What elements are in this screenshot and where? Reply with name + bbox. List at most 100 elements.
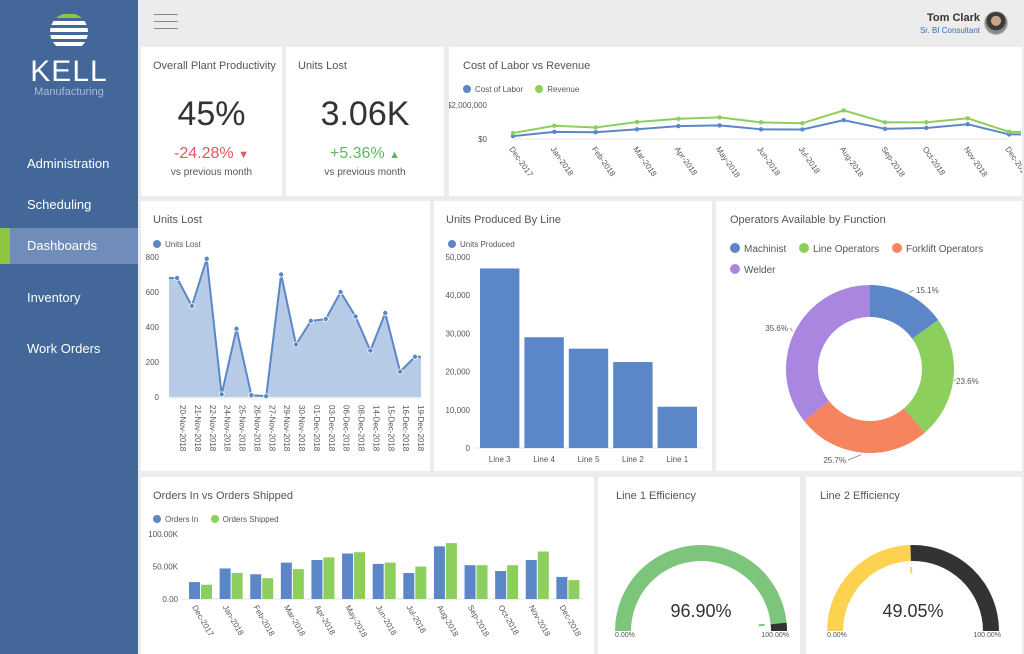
data-point bbox=[965, 122, 970, 127]
gauge-marker bbox=[758, 623, 765, 627]
slice-label: 25.7% bbox=[823, 456, 846, 465]
gauge-min-label: 0.00% bbox=[827, 632, 847, 639]
avatar[interactable] bbox=[984, 11, 1008, 35]
sidebar: KELL Manufacturing Administration Schedu… bbox=[0, 0, 138, 654]
sidebar-item-administration[interactable]: Administration bbox=[0, 146, 138, 182]
card-line1-efficiency: Line 1 Efficiency 96.90% 0.00% 100.00% bbox=[598, 477, 800, 654]
x-tick-label: Dec-2017 bbox=[190, 604, 215, 639]
bar-orders-in bbox=[433, 546, 445, 599]
data-point bbox=[203, 255, 210, 262]
y-tick-label: 20,000 bbox=[446, 368, 471, 377]
x-tick-label: Sep-2018 bbox=[879, 145, 907, 179]
data-point bbox=[397, 368, 404, 375]
x-tick-label: May-2018 bbox=[714, 145, 742, 180]
bar-orders-in bbox=[495, 571, 507, 599]
sidebar-item-dashboards[interactable]: Dashboards bbox=[0, 228, 138, 264]
bar-orders-in bbox=[311, 560, 323, 599]
x-tick-label: 15-Dec-2018 bbox=[386, 405, 395, 452]
operators-donut-chart: 15.1% 23.6% 25.7% 35.6% bbox=[765, 285, 979, 465]
x-tick-label: Jun-2018 bbox=[755, 145, 782, 178]
line1-gauge: 96.90% 0.00% 100.00% bbox=[615, 544, 789, 639]
x-tick-label: 30-Nov-2018 bbox=[297, 405, 306, 452]
card-title: Units Lost bbox=[298, 60, 347, 72]
x-tick-label: Dec-2017 bbox=[507, 145, 535, 179]
donut-slice-welder bbox=[786, 285, 870, 421]
x-tick-label: Nov-2018 bbox=[962, 145, 990, 179]
kpi-delta: -24.28% ▼ bbox=[141, 145, 282, 163]
data-point bbox=[278, 271, 285, 278]
bar-orders-in bbox=[464, 565, 476, 599]
data-point bbox=[924, 125, 929, 131]
card-line2-efficiency: Line 2 Efficiency 49.05% 0.00% 100.00% bbox=[806, 477, 1022, 654]
kpi-value: 45% bbox=[177, 95, 246, 133]
x-tick-label: Line 4 bbox=[533, 455, 555, 464]
y-tick-label: 100.00K bbox=[148, 530, 178, 539]
gauge-min-label: 0.00% bbox=[615, 632, 635, 639]
y-tick-label: 200 bbox=[146, 358, 160, 367]
x-tick-label: Mar-2018 bbox=[282, 604, 307, 639]
data-point bbox=[924, 120, 929, 125]
x-tick-label: Oct-2018 bbox=[496, 604, 521, 637]
y-tick-label: 400 bbox=[146, 323, 160, 332]
x-tick-label: Jul-2018 bbox=[797, 145, 822, 176]
bar-orders-in bbox=[189, 582, 200, 599]
data-point bbox=[322, 316, 329, 323]
x-tick-label: Feb-2018 bbox=[590, 145, 617, 179]
x-tick-label: 25-Nov-2018 bbox=[238, 405, 247, 452]
data-point bbox=[593, 125, 598, 130]
data-point bbox=[593, 130, 598, 135]
triangle-up-icon: ▲ bbox=[389, 149, 401, 161]
bar-orders-in bbox=[250, 574, 262, 599]
top-bar: Tom Clark Sr. BI Consultant bbox=[138, 0, 1024, 45]
data-point bbox=[800, 127, 805, 132]
data-point bbox=[263, 393, 270, 400]
data-point bbox=[352, 313, 359, 320]
data-point bbox=[676, 116, 681, 121]
y-tick-label: $2,000,000 bbox=[449, 101, 488, 110]
x-tick-label: 08-Dec-2018 bbox=[357, 405, 366, 452]
bar-orders-in bbox=[372, 563, 384, 599]
bar-orders-in bbox=[280, 562, 292, 599]
card-orders: Orders In vs Orders Shipped Orders In Or… bbox=[141, 477, 594, 654]
sidebar-item-scheduling[interactable]: Scheduling bbox=[0, 187, 138, 223]
x-tick-label: 03-Dec-2018 bbox=[327, 405, 336, 452]
kpi-card-units-lost: Units Lost 3.06K +5.36% ▲ vs previous mo… bbox=[286, 47, 444, 196]
card-cost-vs-revenue: Cost of Labor vs Revenue Cost of Labor R… bbox=[449, 47, 1022, 196]
x-tick-label: Line 3 bbox=[489, 455, 511, 464]
x-tick-label: Oct-2018 bbox=[921, 145, 948, 178]
y-tick-label: 0 bbox=[466, 444, 471, 453]
user-info[interactable]: Tom Clark Sr. BI Consultant bbox=[920, 12, 980, 35]
x-tick-label: Line 1 bbox=[666, 455, 688, 464]
x-tick-label: 29-Nov-2018 bbox=[282, 405, 291, 452]
label-leader bbox=[909, 289, 915, 293]
x-tick-label: 19-Dec-2018 bbox=[416, 405, 425, 452]
data-point bbox=[337, 289, 344, 296]
x-tick-label: 14-Dec-2018 bbox=[371, 405, 380, 452]
kpi-subtext: vs previous month bbox=[170, 167, 253, 178]
bar bbox=[613, 362, 653, 448]
card-units-lost-trend: Units Lost Units Lost 0 200 400 600 800 20-No… bbox=[141, 201, 430, 471]
kpi-subtext: vs previous month bbox=[324, 167, 406, 178]
cost-vs-revenue-chart: $0 $2,000,000 Dec-2017 Jan-2018 Feb-2018 Mar-… bbox=[449, 101, 1022, 180]
data-point bbox=[841, 117, 846, 123]
data-point bbox=[382, 310, 389, 317]
x-tick-label: Apr-2018 bbox=[313, 604, 338, 637]
data-point bbox=[882, 120, 888, 125]
data-point bbox=[307, 317, 314, 324]
bar-orders-in bbox=[556, 576, 568, 599]
kpi-card-productivity: Overall Plant Productivity 45% -24.28% ▼… bbox=[141, 47, 282, 196]
sidebar-item-work-orders[interactable]: Work Orders bbox=[0, 331, 138, 367]
brand-logo[interactable]: KELL Manufacturing bbox=[0, 12, 138, 98]
data-point bbox=[367, 347, 374, 354]
bar-orders-in bbox=[219, 568, 231, 599]
x-tick-label: Jul-2018 bbox=[405, 604, 428, 636]
menu-toggle-icon[interactable] bbox=[154, 14, 178, 32]
x-tick-label: Line 2 bbox=[622, 455, 644, 464]
data-point bbox=[965, 116, 970, 121]
y-tick-label: 10,000 bbox=[446, 406, 471, 415]
label-leader bbox=[789, 327, 793, 332]
x-tick-label: 06-Dec-2018 bbox=[342, 405, 351, 452]
x-tick-label: Jan-2018 bbox=[549, 145, 576, 178]
data-point bbox=[218, 391, 225, 398]
sidebar-item-inventory[interactable]: Inventory bbox=[0, 280, 138, 316]
